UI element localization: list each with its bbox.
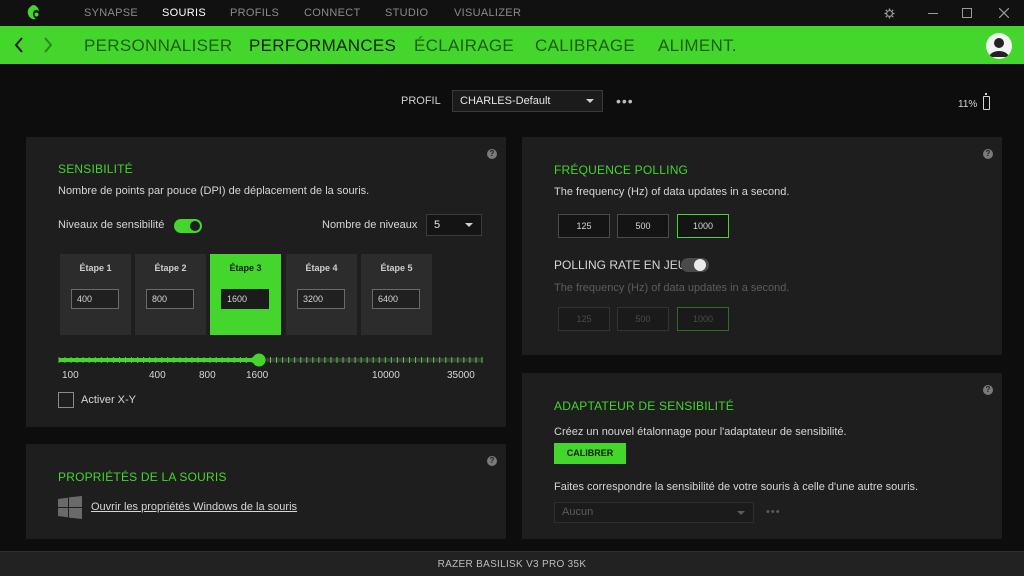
adapter-mouse-value: Aucun xyxy=(562,506,594,518)
stage-card-2[interactable]: Étape 2 800 xyxy=(135,254,206,335)
slider-tick-label: 400 xyxy=(149,370,166,381)
stage-card-3[interactable]: Étape 3 1600 xyxy=(210,254,281,335)
levels-count-label: Nombre de niveaux xyxy=(322,219,418,231)
slider-tick-label: 800 xyxy=(199,370,216,381)
stage-dpi-input[interactable]: 6400 xyxy=(372,289,420,309)
profile-value: CHARLES-Default xyxy=(460,95,551,107)
sensitivity-title: SENSIBILITÉ xyxy=(58,162,133,176)
polling-option-1000[interactable]: 1000 xyxy=(677,214,729,238)
close-button[interactable] xyxy=(989,0,1019,26)
sensitivity-levels-label: Niveaux de sensibilité xyxy=(58,219,165,231)
help-icon[interactable]: ? xyxy=(487,149,497,159)
nav-profils[interactable]: PROFILS xyxy=(230,0,279,26)
tab-personnaliser[interactable]: PERSONNALISER xyxy=(84,26,232,66)
calibrate-button[interactable]: CALIBRER xyxy=(554,443,626,464)
windows-icon xyxy=(58,496,82,519)
nav-synapse[interactable]: SYNAPSE xyxy=(84,0,138,26)
adapter-more-options[interactable]: ••• xyxy=(766,506,781,518)
stage-label: Étape 4 xyxy=(305,263,338,273)
polling-option-125[interactable]: 125 xyxy=(558,214,610,238)
polling-title: FRÉQUENCE POLLING xyxy=(554,163,689,177)
razer-logo-icon[interactable] xyxy=(24,4,42,22)
ingame-polling-toggle[interactable] xyxy=(681,258,709,272)
settings-icon xyxy=(883,7,895,19)
ingame-polling-description: The frequency (Hz) of data updates in a … xyxy=(554,282,790,294)
help-icon[interactable]: ? xyxy=(487,456,497,466)
levels-count-value: 5 xyxy=(434,219,441,231)
ingame-polling-option-125[interactable]: 125 xyxy=(558,307,610,331)
maximize-button[interactable] xyxy=(952,0,982,26)
device-footer: RAZER BASILISK V3 PRO 35K xyxy=(0,551,1024,576)
slider-tick-label: 35000 xyxy=(447,370,475,381)
close-icon xyxy=(999,8,1009,18)
dpi-slider[interactable] xyxy=(56,352,486,370)
xy-checkbox[interactable] xyxy=(58,392,74,408)
tab-performances[interactable]: PERFORMANCES xyxy=(249,26,396,66)
stage-dpi-input[interactable]: 1600 xyxy=(221,289,269,309)
stage-card-5[interactable]: Étape 5 6400 xyxy=(361,254,432,335)
nav-connect[interactable]: CONNECT xyxy=(304,0,361,26)
profile-more-options[interactable]: ••• xyxy=(616,93,634,109)
chevron-down-icon xyxy=(465,223,473,227)
battery-icon xyxy=(983,93,990,110)
ingame-polling-option-1000[interactable]: 1000 xyxy=(677,307,729,331)
minimize-icon xyxy=(928,12,938,14)
sensitivity-levels-toggle[interactable] xyxy=(174,219,202,233)
chevron-down-icon xyxy=(737,511,745,515)
nav-studio[interactable]: STUDIO xyxy=(385,0,428,26)
ingame-polling-option-500[interactable]: 500 xyxy=(617,307,669,331)
stage-dpi-input[interactable]: 3200 xyxy=(297,289,345,309)
mouse-properties-link[interactable]: Ouvrir les propriétés Windows de la sour… xyxy=(91,501,297,513)
forward-arrow-icon[interactable] xyxy=(38,34,58,56)
settings-button[interactable] xyxy=(874,0,904,26)
user-avatar[interactable] xyxy=(986,33,1012,59)
sub-navigation-bar: PERSONNALISER PERFORMANCES ÉCLAIRAGE CAL… xyxy=(0,26,1024,64)
stage-card-1[interactable]: Étape 1 400 xyxy=(60,254,131,335)
help-icon[interactable]: ? xyxy=(983,149,993,159)
xy-label: Activer X-Y xyxy=(81,394,137,406)
profile-dropdown[interactable]: CHARLES-Default xyxy=(452,90,603,112)
adapter-title: ADAPTATEUR DE SENSIBILITÉ xyxy=(554,399,734,413)
slider-tick-label: 100 xyxy=(62,370,79,381)
adapter-mouse-dropdown[interactable]: Aucun xyxy=(554,502,754,523)
stage-dpi-input[interactable]: 400 xyxy=(71,289,119,309)
battery-percent: 11% xyxy=(958,99,978,110)
user-icon xyxy=(989,38,1009,57)
stage-card-4[interactable]: Étape 4 3200 xyxy=(286,254,357,335)
device-name: RAZER BASILISK V3 PRO 35K xyxy=(437,559,587,570)
tab-eclairage[interactable]: ÉCLAIRAGE xyxy=(414,26,514,66)
adapter-match-text: Faites correspondre la sensibilité de vo… xyxy=(554,481,919,493)
maximize-icon xyxy=(962,8,972,18)
profile-label: PROFIL xyxy=(401,95,441,107)
minimize-button[interactable] xyxy=(918,0,948,26)
slider-tick-label: 1600 xyxy=(246,370,269,381)
stage-dpi-input[interactable]: 800 xyxy=(146,289,194,309)
stage-label: Étape 2 xyxy=(154,263,187,273)
stage-label: Étape 5 xyxy=(380,263,413,273)
stage-label: Étape 1 xyxy=(79,263,112,273)
slider-tick-label: 10000 xyxy=(372,370,400,381)
mouse-properties-title: PROPRIÉTÉS DE LA SOURIS xyxy=(58,470,227,484)
polling-description: The frequency (Hz) of data updates in a … xyxy=(554,186,790,198)
nav-visualizer[interactable]: VISUALIZER xyxy=(454,0,521,26)
adapter-description: Créez un nouvel étalonnage pour l'adapta… xyxy=(554,426,847,438)
mouse-properties-panel: ? xyxy=(26,444,506,539)
levels-count-dropdown[interactable]: 5 xyxy=(426,214,482,236)
stage-label: Étape 3 xyxy=(229,263,262,273)
slider-knob[interactable] xyxy=(252,353,266,367)
chevron-down-icon xyxy=(586,99,594,103)
ingame-polling-label: POLLING RATE EN JEU xyxy=(554,258,687,272)
nav-souris[interactable]: SOURIS xyxy=(162,0,206,26)
title-bar: SYNAPSE SOURIS PROFILS CONNECT STUDIO VI… xyxy=(0,0,1024,26)
tab-aliment[interactable]: ALIMENT. xyxy=(658,26,737,66)
tab-calibrage[interactable]: CALIBRAGE xyxy=(535,26,635,66)
back-arrow-icon[interactable] xyxy=(10,34,30,56)
sensitivity-description: Nombre de points par pouce (DPI) de dépl… xyxy=(58,185,370,197)
help-icon[interactable]: ? xyxy=(983,385,993,395)
polling-option-500[interactable]: 500 xyxy=(617,214,669,238)
